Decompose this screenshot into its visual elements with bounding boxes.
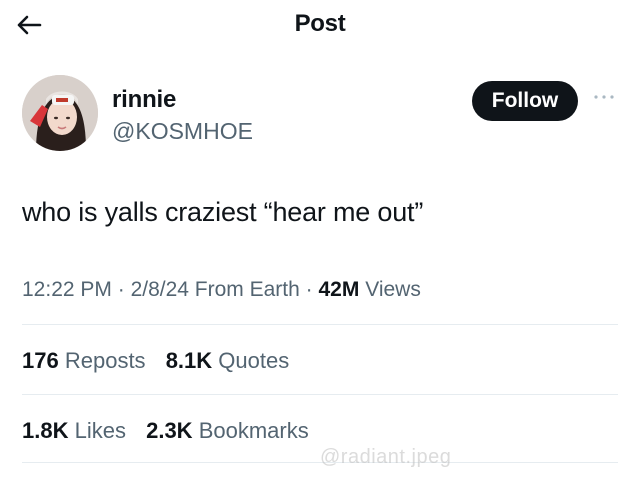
tweet-date[interactable]: 2/8/24 xyxy=(131,278,189,301)
views-label: Views xyxy=(365,278,421,301)
bookmarks-count: 2.3K xyxy=(146,418,193,443)
watermark: @radiant.jpeg xyxy=(320,446,452,468)
meta-separator: · xyxy=(117,278,131,301)
more-horizontal-icon xyxy=(594,95,614,99)
likes-count: 1.8K xyxy=(22,418,69,443)
tweet-meta: 12:22 PM · 2/8/24 From Earth · 42M Views xyxy=(22,278,421,302)
avatar[interactable] xyxy=(22,75,98,151)
tweet-source: From Earth xyxy=(194,278,300,301)
quotes-label: Quotes xyxy=(218,348,290,373)
views-count: 42M xyxy=(318,278,360,301)
tweet-time[interactable]: 12:22 PM xyxy=(22,278,112,301)
reposts-count: 176 xyxy=(22,348,59,373)
stats-row-reposts-quotes: 176 Reposts 8.1K Quotes xyxy=(22,348,303,374)
bookmarks-stat[interactable]: 2.3K Bookmarks xyxy=(146,418,309,444)
follow-button[interactable]: Follow xyxy=(472,81,578,121)
reposts-label: Reposts xyxy=(64,348,146,373)
divider xyxy=(22,394,618,395)
display-name[interactable]: rinnie xyxy=(112,86,176,114)
reposts-stat[interactable]: 176 Reposts xyxy=(22,348,146,374)
page-title: Post xyxy=(294,10,346,37)
user-handle[interactable]: @KOSMHOE xyxy=(112,118,253,145)
likes-label: Likes xyxy=(74,418,126,443)
meta-separator: · xyxy=(305,278,319,301)
likes-stat[interactable]: 1.8K Likes xyxy=(22,418,126,444)
quotes-count: 8.1K xyxy=(165,348,213,373)
stats-row-likes-bookmarks: 1.8K Likes 2.3K Bookmarks xyxy=(22,418,323,444)
avatar-photo xyxy=(22,75,98,151)
bookmarks-label: Bookmarks xyxy=(198,418,309,443)
quotes-stat[interactable]: 8.1K Quotes xyxy=(166,348,290,374)
top-bar: Post xyxy=(0,0,640,48)
tweet-text: who is yalls craziest “hear me out” xyxy=(22,197,424,227)
more-button[interactable] xyxy=(590,90,618,110)
divider xyxy=(22,324,618,325)
